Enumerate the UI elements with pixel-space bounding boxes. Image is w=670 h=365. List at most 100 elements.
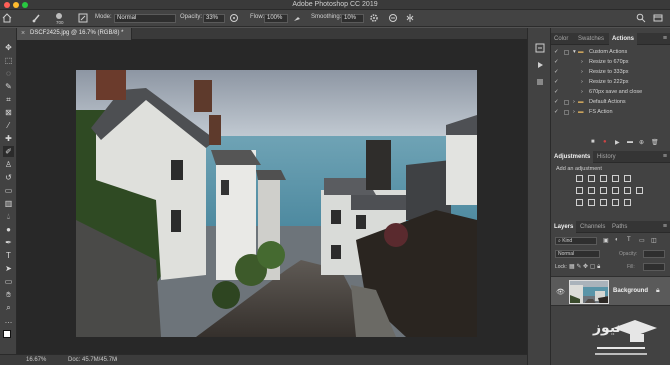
- panel-menu-icon[interactable]: ≡: [663, 35, 667, 42]
- history-panel-icon[interactable]: [535, 43, 545, 53]
- blend-mode-select[interactable]: Normal: [555, 250, 600, 258]
- delete-icon[interactable]: 🗑︎: [651, 139, 659, 146]
- expand-arrow-icon[interactable]: ▾: [573, 48, 576, 57]
- toggle-check-icon[interactable]: ✓: [554, 78, 560, 87]
- healing-brush-tool-icon[interactable]: ✚: [3, 133, 14, 144]
- airbrush-icon[interactable]: [292, 13, 302, 23]
- stop-icon[interactable]: ■: [591, 139, 595, 145]
- properties-panel-icon[interactable]: [535, 77, 545, 87]
- panel-menu-icon[interactable]: ≡: [663, 223, 667, 230]
- zoom-tool-icon[interactable]: ⌕: [3, 302, 14, 313]
- collapse-arrow-icon[interactable]: ›: [581, 68, 583, 77]
- curves-icon[interactable]: [600, 175, 607, 182]
- selective-color-icon[interactable]: [624, 199, 631, 206]
- tab-adjustments[interactable]: Adjustments: [551, 151, 594, 163]
- blur-tool-icon[interactable]: 💧︎: [3, 211, 14, 222]
- filter-shape-icon[interactable]: ▭: [639, 237, 645, 244]
- brush-tool-icon[interactable]: ✐: [3, 146, 14, 157]
- toggle-check-icon[interactable]: ✓: [554, 58, 560, 67]
- action-row[interactable]: ✓ › ▬ Default Actions: [551, 98, 670, 107]
- history-brush-tool-icon[interactable]: ↺: [3, 172, 14, 183]
- symmetry-icon[interactable]: [405, 13, 415, 23]
- dialog-toggle-box[interactable]: [564, 50, 569, 55]
- collapse-arrow-icon[interactable]: ›: [581, 78, 583, 87]
- document-tab[interactable]: × DSCF2425.jpg @ 16.7% (RGB/8) *: [17, 28, 132, 40]
- panel-menu-icon[interactable]: ≡: [663, 153, 667, 160]
- toggle-check-icon[interactable]: ✓: [554, 108, 560, 117]
- toggle-check-icon[interactable]: ✓: [554, 68, 560, 77]
- invert-icon[interactable]: [576, 199, 583, 206]
- visibility-eye-icon[interactable]: 👁︎: [556, 288, 565, 296]
- status-arrow-icon[interactable]: ›: [115, 356, 117, 363]
- smoothing-field[interactable]: 10%: [341, 14, 364, 23]
- actions-panel-icon[interactable]: [535, 60, 545, 70]
- collapse-arrow-icon[interactable]: ›: [581, 58, 583, 67]
- vibrance-icon[interactable]: [624, 175, 631, 182]
- threshold-icon[interactable]: [600, 199, 607, 206]
- tab-actions[interactable]: Actions: [609, 33, 638, 45]
- opacity-field[interactable]: 33%: [203, 14, 225, 23]
- new-action-icon[interactable]: ⊕: [639, 139, 644, 146]
- type-tool-icon[interactable]: T: [3, 250, 14, 261]
- color-lookup-icon[interactable]: [636, 187, 643, 194]
- fill-field[interactable]: [643, 263, 665, 271]
- foreground-color-swatch[interactable]: [3, 330, 11, 338]
- tab-color[interactable]: Color: [551, 33, 571, 45]
- home-icon[interactable]: [2, 13, 12, 23]
- collapse-arrow-icon[interactable]: ›: [581, 88, 583, 97]
- quick-selection-tool-icon[interactable]: ✎: [3, 81, 14, 92]
- smoothing-settings-gear-icon[interactable]: [369, 13, 379, 23]
- action-row[interactable]: ✓ › ▬ FS Action: [551, 108, 670, 117]
- exposure-icon[interactable]: [612, 175, 619, 182]
- frame-tool-icon[interactable]: ⊠: [3, 107, 14, 118]
- lock-pixels-icon[interactable]: ✎: [576, 264, 581, 270]
- rectangle-tool-icon[interactable]: ▭: [3, 276, 14, 287]
- dialog-toggle-box[interactable]: [564, 100, 569, 105]
- gradient-map-icon[interactable]: [612, 199, 619, 206]
- collapse-arrow-icon[interactable]: ›: [573, 98, 575, 107]
- filter-smart-icon[interactable]: ◫: [651, 237, 657, 244]
- toggle-check-icon[interactable]: ✓: [554, 88, 560, 97]
- posterize-icon[interactable]: [588, 199, 595, 206]
- pen-tool-icon[interactable]: ✒: [3, 237, 14, 248]
- move-tool-icon[interactable]: ✥: [3, 42, 14, 53]
- toggle-check-icon[interactable]: ✓: [554, 48, 560, 57]
- path-selection-tool-icon[interactable]: ➤: [3, 263, 14, 274]
- collapse-arrow-icon[interactable]: ›: [573, 108, 575, 117]
- tab-paths[interactable]: Paths: [609, 221, 630, 233]
- filter-type-icon[interactable]: T: [627, 237, 631, 243]
- marquee-tool-icon[interactable]: ⬚: [3, 55, 14, 66]
- filter-adjustment-icon[interactable]: ◐: [615, 237, 619, 243]
- levels-icon[interactable]: [588, 175, 595, 182]
- hue-saturation-icon[interactable]: [576, 187, 583, 194]
- layer-filter-select[interactable]: ⌕ Kind: [555, 237, 597, 245]
- workspace-icon[interactable]: [653, 13, 663, 23]
- gradient-tool-icon[interactable]: ▥: [3, 198, 14, 209]
- lock-all-icon[interactable]: 🔒︎: [597, 264, 600, 270]
- mode-select[interactable]: Normal: [114, 14, 176, 23]
- channel-mixer-icon[interactable]: [624, 187, 631, 194]
- action-row[interactable]: ✓ › Resize to 222px: [551, 78, 670, 87]
- pressure-size-icon[interactable]: [388, 13, 398, 23]
- pressure-opacity-icon[interactable]: [229, 13, 239, 23]
- toggle-check-icon[interactable]: ✓: [554, 98, 560, 107]
- clone-stamp-tool-icon[interactable]: ♙: [3, 159, 14, 170]
- close-tab-icon[interactable]: ×: [21, 30, 25, 37]
- canvas-area[interactable]: [17, 40, 527, 354]
- color-balance-icon[interactable]: [588, 187, 595, 194]
- zoom-level[interactable]: 16.67%: [26, 357, 46, 363]
- action-row[interactable]: ✓ › Resize to 333px: [551, 68, 670, 77]
- lasso-tool-icon[interactable]: ◌: [3, 68, 14, 79]
- crop-tool-icon[interactable]: ⌗: [3, 94, 14, 105]
- lock-transparency-icon[interactable]: ▦: [569, 264, 575, 270]
- action-row[interactable]: ✓ › 670px save and close: [551, 88, 670, 97]
- eyedropper-tool-icon[interactable]: ⁄: [3, 120, 14, 131]
- eraser-tool-icon[interactable]: ▭: [3, 185, 14, 196]
- tab-channels[interactable]: Channels: [577, 221, 608, 233]
- action-row[interactable]: ✓ › Resize to 670px: [551, 58, 670, 67]
- flow-field[interactable]: 100%: [264, 14, 288, 23]
- brush-tool-icon[interactable]: [32, 13, 42, 23]
- layer-opacity-field[interactable]: [643, 250, 665, 258]
- more-tools-icon[interactable]: …: [3, 315, 14, 326]
- dodge-tool-icon[interactable]: ●: [3, 224, 14, 235]
